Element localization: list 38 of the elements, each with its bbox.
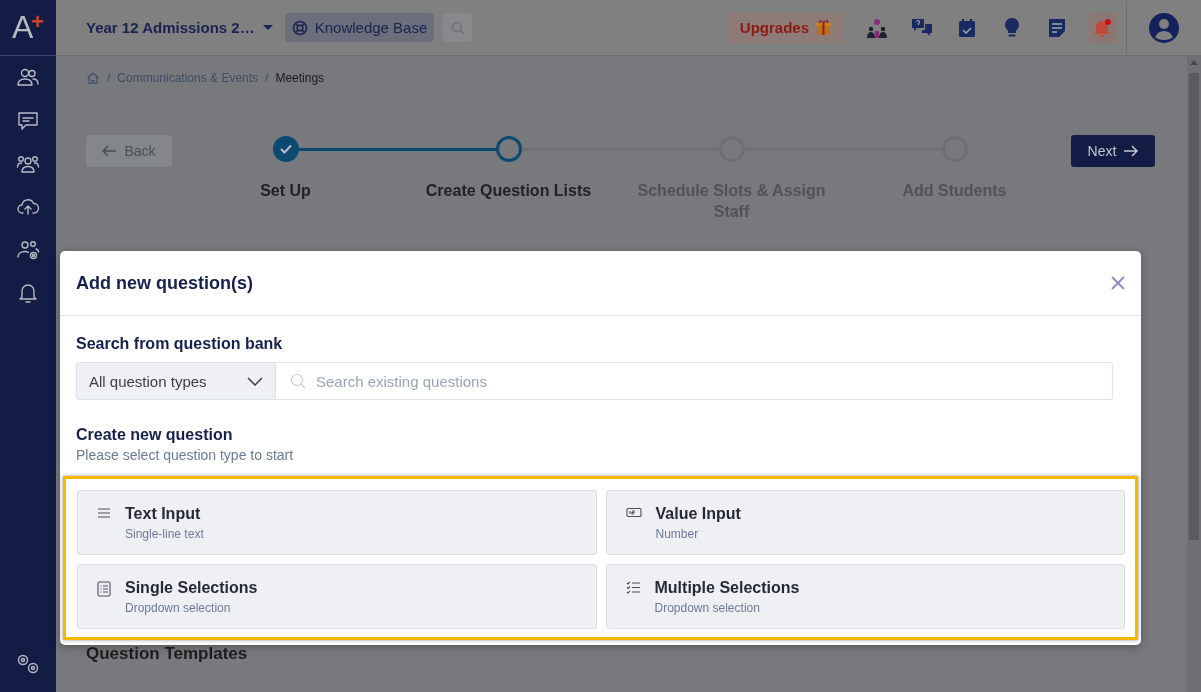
question-type-dropdown[interactable]: All question types xyxy=(76,362,276,400)
arrow-left-icon xyxy=(102,145,118,157)
question-type-card[interactable]: Value Input Number xyxy=(605,490,1125,555)
lifebuoy-icon xyxy=(291,19,308,36)
step-label: Create Question Lists xyxy=(424,181,593,201)
search-icon xyxy=(450,20,465,35)
close-button[interactable] xyxy=(1111,276,1125,290)
section-label: Search from question bank xyxy=(76,335,284,353)
gift-icon xyxy=(815,19,832,36)
scrollbar[interactable] xyxy=(1187,56,1201,692)
number-field-icon xyxy=(625,507,642,518)
arrow-right-icon xyxy=(1123,145,1139,157)
check-icon xyxy=(278,142,293,156)
section-hint: Please select question type to start xyxy=(76,447,295,463)
list-form-icon xyxy=(97,581,111,597)
notes-icon[interactable] xyxy=(1047,17,1066,38)
checklist-icon xyxy=(625,581,641,594)
section-label: Create new question xyxy=(76,426,234,444)
next-button[interactable]: Next xyxy=(1071,135,1155,167)
team-idea-icon[interactable] xyxy=(865,16,888,39)
lines-icon xyxy=(97,507,111,519)
breadcrumb-separator: / xyxy=(265,71,269,85)
workspace-selector[interactable]: Year 12 Admissions 2… xyxy=(86,19,273,36)
search-input[interactable]: Search existing questions xyxy=(314,371,1112,391)
search-field[interactable]: Search existing questions xyxy=(276,362,1113,400)
lightbulb-icon[interactable] xyxy=(1002,16,1021,39)
calendar-check-icon[interactable] xyxy=(956,17,977,38)
breadcrumb-separator: / xyxy=(107,71,111,85)
chevron-down-icon xyxy=(247,376,263,386)
avatar-icon[interactable] xyxy=(1149,12,1179,43)
question-type-card[interactable]: Single Selections Dropdown selection xyxy=(77,564,597,629)
search-icon xyxy=(290,373,306,389)
breadcrumb-current: Meetings xyxy=(275,71,325,85)
question-type-card[interactable]: Text Input Single-line text xyxy=(77,490,597,555)
section-title: Question Templates xyxy=(86,644,248,664)
modal-title: Add new question(s) xyxy=(76,272,253,294)
step-label: Set Up xyxy=(259,181,312,201)
question-type-card[interactable]: Multiple Selections Dropdown selection xyxy=(605,564,1125,629)
